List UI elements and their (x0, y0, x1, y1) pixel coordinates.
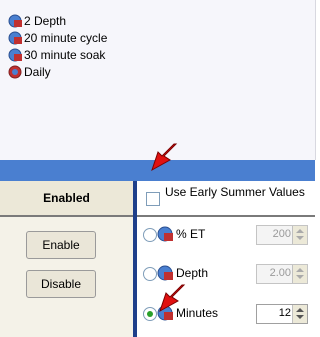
depth-stepper[interactable]: 2.00 (256, 264, 308, 284)
list-item-label: Daily (24, 64, 51, 79)
list-item-label: 2 Depth (24, 13, 67, 28)
globe-icon (8, 65, 22, 78)
enable-button[interactable]: Enable (26, 231, 96, 259)
status-panel: Enabled Enable Disable (0, 181, 137, 337)
program-list-panel: 2 Depth 20 minute cycle 30 minute soak D… (0, 0, 316, 160)
minutes-value[interactable]: 12 (259, 307, 291, 319)
disable-button[interactable]: Disable (26, 270, 96, 298)
program-list: 2 Depth 20 minute cycle 30 minute soak D… (8, 12, 107, 80)
et-radio[interactable] (143, 228, 157, 242)
et-value: 200 (272, 228, 291, 240)
globe-plot-icon (8, 14, 22, 27)
depth-spin-buttons[interactable] (292, 265, 307, 283)
list-item-label: 30 minute soak (24, 47, 106, 62)
depth-value: 2.00 (269, 267, 291, 279)
depth-label: Depth (176, 266, 209, 280)
list-item[interactable]: Daily (8, 63, 107, 80)
pointer-arrow-icon (151, 143, 178, 172)
minutes-spin-buttons[interactable] (292, 305, 307, 323)
spin-up-icon[interactable] (296, 229, 304, 233)
globe-plot-icon (157, 226, 173, 242)
list-item[interactable]: 2 Depth (8, 12, 107, 29)
globe-plot-icon (8, 31, 22, 44)
et-spin-buttons[interactable] (292, 226, 307, 244)
option-row-et: % ET 200 (143, 225, 313, 247)
early-summer-header: Use Early Summer Values (137, 181, 315, 217)
early-summer-label: Use Early Summer Values (165, 185, 305, 199)
et-label: % ET (176, 227, 206, 241)
selected-dot (147, 311, 153, 317)
depth-radio[interactable] (143, 267, 157, 281)
spin-up-icon[interactable] (296, 268, 304, 272)
early-summer-checkbox[interactable] (146, 192, 160, 206)
list-item[interactable]: 20 minute cycle (8, 29, 107, 46)
minutes-radio[interactable] (143, 307, 157, 321)
minutes-stepper[interactable]: 12 (256, 304, 308, 324)
pointer-arrow-icon (159, 284, 186, 313)
spin-down-icon[interactable] (296, 315, 304, 319)
spin-down-icon[interactable] (296, 275, 304, 279)
globe-plot-icon (8, 48, 22, 61)
spin-up-icon[interactable] (296, 308, 304, 312)
et-stepper[interactable]: 200 (256, 225, 308, 245)
spin-down-icon[interactable] (296, 236, 304, 240)
status-header: Enabled (0, 181, 133, 217)
globe-plot-icon (157, 265, 173, 281)
list-item-label: 20 minute cycle (24, 30, 108, 45)
list-item[interactable]: 30 minute soak (8, 46, 107, 63)
